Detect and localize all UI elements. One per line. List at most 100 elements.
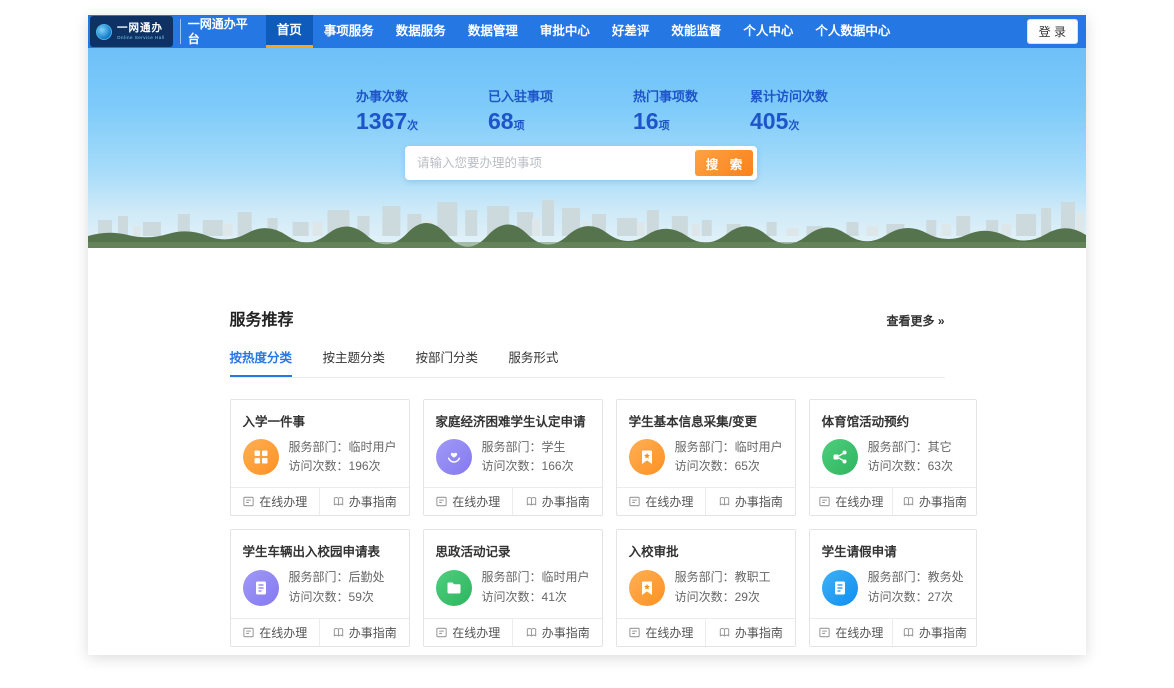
nav-item-home[interactable]: 首页: [266, 15, 313, 48]
dept-label: 服务部门：: [868, 440, 928, 454]
online-handle-button[interactable]: 在线办理: [424, 619, 513, 646]
stat-hot-items: 热门事项数 16项: [633, 86, 698, 135]
book-icon: [332, 495, 345, 508]
service-tabs: 按热度分类 按主题分类 按部门分类 服务形式: [230, 347, 945, 378]
form-icon: [628, 495, 641, 508]
search-input[interactable]: [405, 156, 695, 170]
book-icon: [902, 626, 915, 639]
guide-button[interactable]: 办事指南: [705, 488, 795, 515]
share-nodes-icon: [822, 439, 858, 475]
hero-banner: 办事次数 1367次 已入驻事项 68项 热门事项数 16项 累计访问次数 40…: [88, 48, 1086, 248]
platform-title: 一网通办平台: [180, 19, 258, 44]
service-card-grid: 入学一件事 服务部门：临时用户 访问次数：196次 在线办理: [230, 399, 945, 647]
dept-label: 服务部门：: [482, 570, 542, 584]
bookmark-star-icon: [629, 439, 665, 475]
visits-value: 196次: [349, 459, 381, 473]
visits-label: 访问次数：: [482, 459, 542, 473]
book-icon: [902, 495, 915, 508]
tab-by-department[interactable]: 按部门分类: [415, 347, 478, 375]
service-card[interactable]: 学生请假申请 服务部门：教务处 访问次数：27次 在线办理: [809, 529, 977, 646]
services-section: 服务推荐 查看更多 » 按热度分类 按主题分类 按部门分类 服务形式 入学一件事…: [230, 248, 945, 647]
book-icon: [718, 495, 731, 508]
service-card[interactable]: 学生车辆出入校园申请表 服务部门：后勤处 访问次数：59次 在线办理: [230, 529, 410, 646]
dept-value: 临时用户: [349, 440, 397, 454]
form-icon: [818, 495, 831, 508]
online-handle-button[interactable]: 在线办理: [231, 619, 320, 646]
dept-value: 其它: [928, 440, 952, 454]
dept-value: 后勤处: [349, 570, 385, 584]
online-handle-button[interactable]: 在线办理: [617, 619, 706, 646]
service-card[interactable]: 体育馆活动预约 服务部门：其它 访问次数：63次 在线办理: [809, 399, 977, 516]
guide-button[interactable]: 办事指南: [512, 488, 602, 515]
card-title: 入校审批: [617, 530, 795, 566]
service-card[interactable]: 家庭经济困难学生认定申请 服务部门：学生 访问次数：166次 在线办理: [423, 399, 603, 516]
nav-item-approval-center[interactable]: 审批中心: [529, 15, 601, 48]
guide-button[interactable]: 办事指南: [512, 619, 602, 646]
stat-registered-items: 已入驻事项 68项: [488, 86, 553, 135]
tab-by-popularity[interactable]: 按热度分类: [230, 347, 293, 377]
visits-value: 63次: [928, 459, 953, 473]
brand-logo: 一网通办 Online Service Hall: [90, 16, 173, 47]
nav-item-personal-center[interactable]: 个人中心: [732, 15, 804, 48]
book-icon: [718, 626, 731, 639]
online-handle-button[interactable]: 在线办理: [617, 488, 706, 515]
nav-item-data-management[interactable]: 数据管理: [457, 15, 529, 48]
form-icon: [818, 626, 831, 639]
city-skyline-image: [88, 178, 1086, 248]
stat-label: 累计访问次数: [750, 86, 828, 105]
visits-value: 29次: [735, 590, 760, 604]
guide-button[interactable]: 办事指南: [319, 619, 409, 646]
dept-value: 教务处: [928, 570, 964, 584]
login-button[interactable]: 登 录: [1027, 19, 1078, 44]
dept-label: 服务部门：: [289, 570, 349, 584]
stat-label: 办事次数: [356, 86, 418, 105]
guide-button[interactable]: 办事指南: [892, 619, 976, 646]
visits-value: 65次: [735, 459, 760, 473]
online-handle-button[interactable]: 在线办理: [810, 488, 893, 515]
form-icon: [435, 626, 448, 639]
card-title: 学生车辆出入校园申请表: [231, 530, 409, 566]
guide-button[interactable]: 办事指南: [319, 488, 409, 515]
visits-label: 访问次数：: [675, 590, 735, 604]
service-card[interactable]: 入校审批 服务部门：教职工 访问次数：29次 在线办理: [616, 529, 796, 646]
visits-value: 166次: [542, 459, 574, 473]
online-handle-button[interactable]: 在线办理: [231, 488, 320, 515]
nav-item-efficiency[interactable]: 效能监督: [660, 15, 732, 48]
logo-text: 一网通办: [117, 23, 165, 34]
form-icon: [242, 626, 255, 639]
service-card[interactable]: 学生基本信息采集/变更 服务部门：临时用户 访问次数：65次 在线办理: [616, 399, 796, 516]
view-more-link[interactable]: 查看更多 »: [886, 312, 944, 329]
nav-item-data-services[interactable]: 数据服务: [385, 15, 457, 48]
tab-service-form[interactable]: 服务形式: [508, 347, 558, 375]
grid-icon: [243, 439, 279, 475]
document-icon: [243, 570, 279, 606]
online-handle-button[interactable]: 在线办理: [424, 488, 513, 515]
stat-unit: 项: [659, 120, 670, 132]
guide-button[interactable]: 办事指南: [705, 619, 795, 646]
guide-button[interactable]: 办事指南: [892, 488, 976, 515]
nav-item-services[interactable]: 事项服务: [313, 15, 385, 48]
document-icon: [822, 570, 858, 606]
stat-label: 已入驻事项: [488, 86, 553, 105]
dept-label: 服务部门：: [675, 440, 735, 454]
stat-total-visits: 累计访问次数 405次: [750, 86, 828, 135]
logo-icon: [96, 24, 112, 40]
service-card[interactable]: 入学一件事 服务部门：临时用户 访问次数：196次 在线办理: [230, 399, 410, 516]
dept-label: 服务部门：: [482, 440, 542, 454]
service-card[interactable]: 思政活动记录 服务部门：临时用户 访问次数：41次 在线办理: [423, 529, 603, 646]
stat-label: 热门事项数: [633, 86, 698, 105]
nav-item-reviews[interactable]: 好差评: [601, 15, 661, 48]
hands-heart-icon: [436, 439, 472, 475]
form-icon: [435, 495, 448, 508]
online-handle-button[interactable]: 在线办理: [810, 619, 893, 646]
nav-item-personal-data-center[interactable]: 个人数据中心: [804, 15, 901, 48]
tab-by-topic[interactable]: 按主题分类: [322, 347, 385, 375]
book-icon: [525, 495, 538, 508]
stat-value: 1367: [356, 108, 407, 134]
visits-value: 27次: [928, 590, 953, 604]
card-title: 学生请假申请: [810, 530, 976, 566]
dept-label: 服务部门：: [868, 570, 928, 584]
stat-value: 68: [488, 108, 514, 134]
search-button[interactable]: 搜 索: [695, 150, 753, 176]
stat-unit: 次: [788, 120, 799, 132]
